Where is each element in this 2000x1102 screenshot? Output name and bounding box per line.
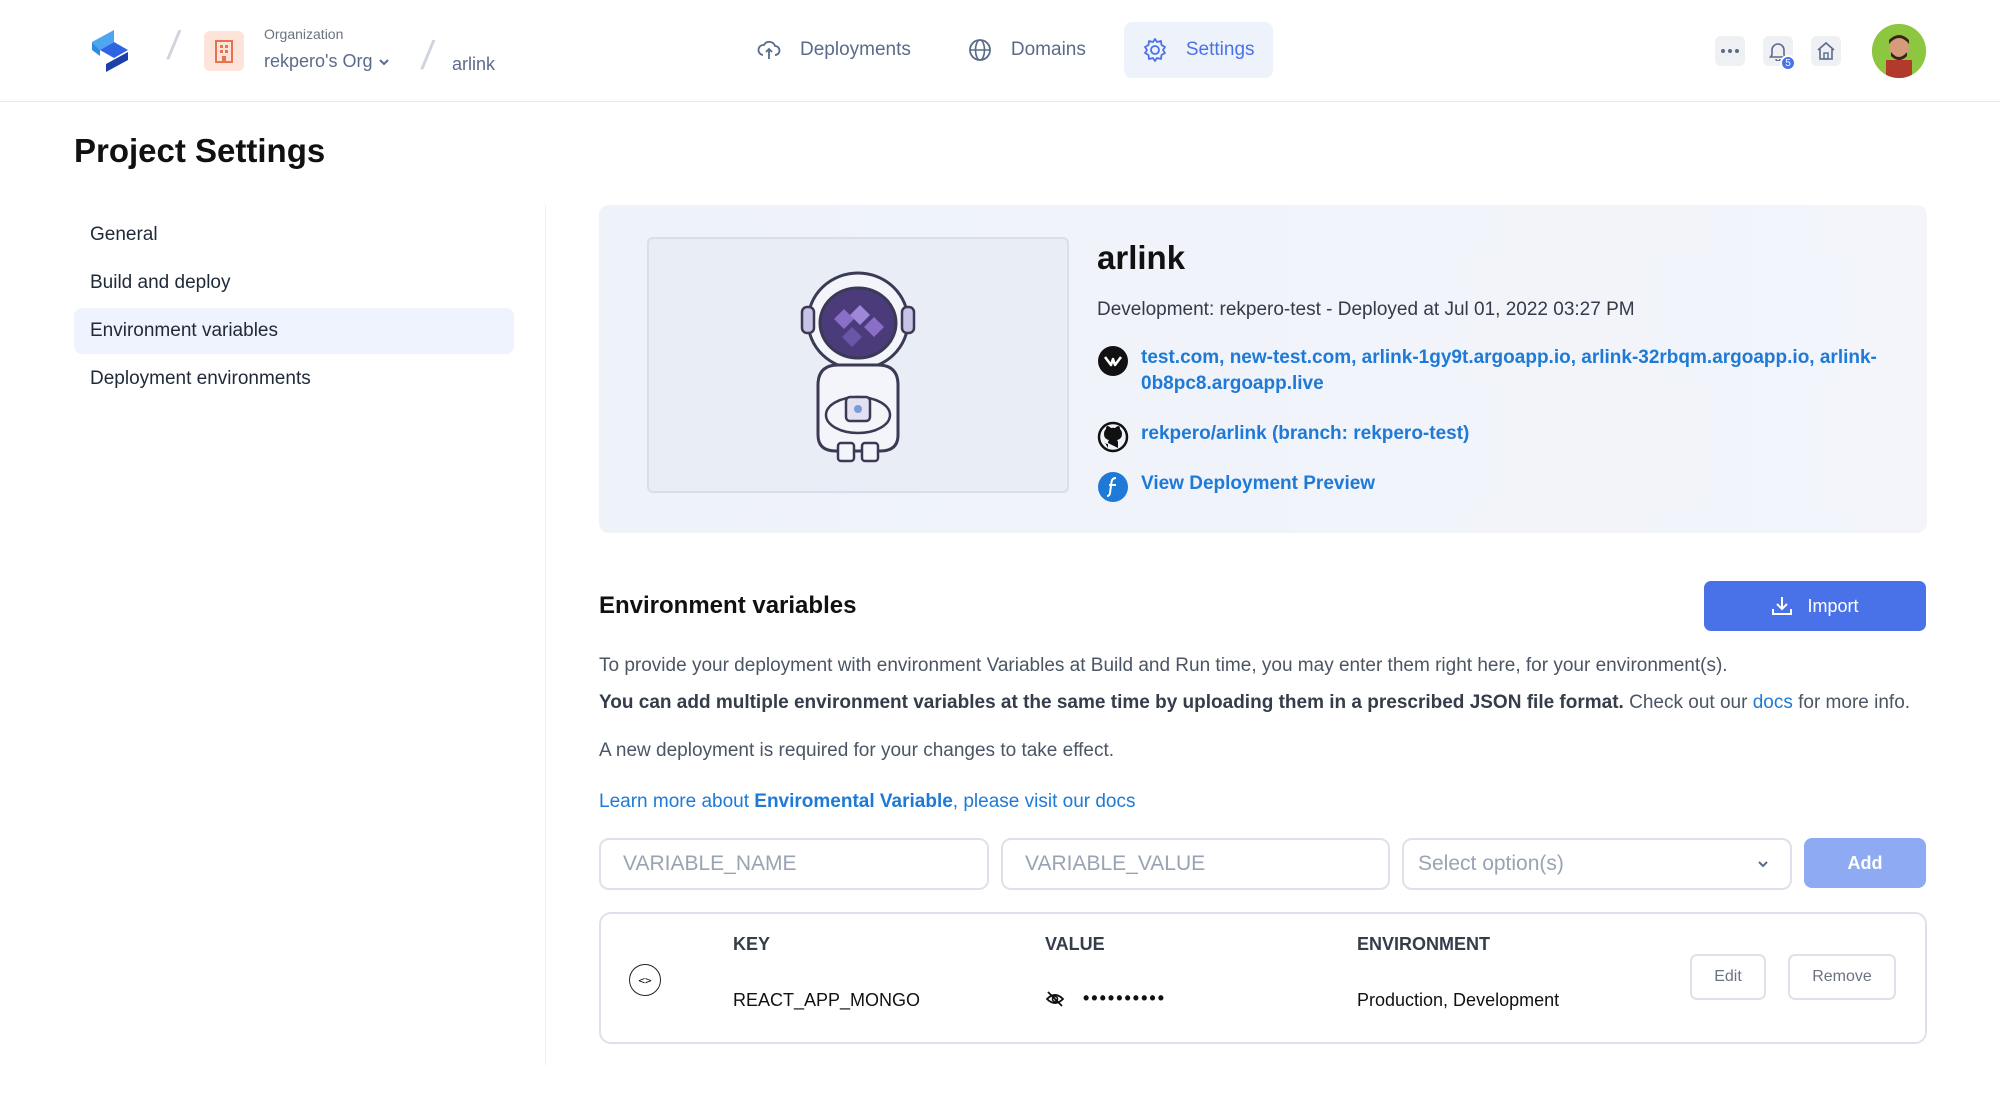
breadcrumb-separator: / bbox=[418, 34, 437, 78]
github-icon bbox=[1097, 421, 1129, 453]
nav-settings[interactable]: Settings bbox=[1123, 22, 1273, 78]
sidebar-divider bbox=[545, 205, 546, 1065]
remove-button[interactable]: Remove bbox=[1788, 954, 1896, 1000]
building-icon bbox=[204, 31, 244, 71]
breadcrumb-project[interactable]: arlink bbox=[452, 54, 495, 75]
env-json-note: You can add multiple environment variabl… bbox=[599, 692, 1910, 714]
download-icon bbox=[1772, 597, 1793, 615]
main-nav: Deployments Domains Settings bbox=[738, 22, 1273, 78]
nav-label: Deployments bbox=[800, 39, 911, 60]
redeploy-note: A new deployment is required for your ch… bbox=[599, 740, 1115, 761]
domains-link[interactable]: test.com, new-test.com, arlink-1gy9t.arg… bbox=[1141, 345, 1881, 397]
column-header-key: KEY bbox=[733, 934, 771, 954]
project-preview-image bbox=[647, 237, 1069, 493]
import-label: Import bbox=[1807, 595, 1859, 616]
sidebar-item-environment-variables[interactable]: Environment variables bbox=[74, 308, 514, 354]
settings-sidebar: General Build and deploy Environment var… bbox=[74, 212, 514, 404]
environment-select[interactable]: Select option(s) bbox=[1402, 838, 1792, 890]
env-variables-table: <> KEY VALUE ENVIRONMENT REACT_APP_MONGO… bbox=[599, 912, 1927, 1044]
top-bar: / Organization rekpero's Org / arlink De… bbox=[0, 0, 2000, 102]
row-value-masked: •••••••••• bbox=[1083, 988, 1167, 1008]
env-json-note-pre: Check out our bbox=[1623, 692, 1753, 713]
eye-off-icon[interactable] bbox=[1045, 989, 1065, 1009]
nav-deployments[interactable]: Deployments bbox=[738, 22, 929, 78]
environment-select-placeholder: Select option(s) bbox=[1418, 852, 1564, 875]
code-icon: <> bbox=[629, 964, 661, 996]
more-button[interactable] bbox=[1715, 36, 1745, 66]
repo-link[interactable]: rekpero/arlink (branch: rekpero-test) bbox=[1141, 421, 1881, 447]
project-card: arlink Development: rekpero-test - Deplo… bbox=[599, 205, 1927, 533]
nav-label: Domains bbox=[1010, 39, 1086, 60]
avatar[interactable] bbox=[1872, 24, 1926, 78]
env-json-note-post: for more info. bbox=[1792, 692, 1911, 713]
column-header-environment: ENVIRONMENT bbox=[1357, 934, 1491, 954]
page-title: Project Settings bbox=[74, 132, 326, 169]
learn-more-bold: Enviromental Variable bbox=[754, 791, 953, 812]
env-description: To provide your deployment with environm… bbox=[599, 655, 1728, 676]
breadcrumb-separator: / bbox=[164, 24, 183, 68]
nav-label: Settings bbox=[1185, 39, 1255, 60]
sidebar-item-general[interactable]: General bbox=[74, 212, 514, 258]
column-header-value: VALUE bbox=[1045, 934, 1105, 954]
deployment-preview-icon bbox=[1098, 472, 1128, 502]
learn-more-link[interactable]: Learn more about Enviromental Variable, … bbox=[599, 791, 1136, 813]
globe-icon bbox=[968, 39, 991, 61]
chevron-down-icon bbox=[1758, 861, 1768, 868]
org-switcher[interactable]: rekpero's Org bbox=[264, 51, 390, 72]
home-icon bbox=[1817, 41, 1835, 60]
view-deployment-preview-link[interactable]: View Deployment Preview bbox=[1141, 471, 1881, 497]
import-button[interactable]: Import bbox=[1704, 581, 1926, 631]
row-value-cell: •••••••••• bbox=[1045, 988, 1166, 1009]
row-key: REACT_APP_MONGO bbox=[733, 990, 921, 1010]
deployment-info: Development: rekpero-test - Deployed at … bbox=[1097, 299, 1635, 320]
variable-value-input[interactable]: VARIABLE_VALUE bbox=[1001, 838, 1390, 890]
variable-name-input[interactable]: VARIABLE_NAME bbox=[599, 838, 989, 890]
preview-row: View Deployment Preview bbox=[1097, 471, 1881, 503]
env-json-note-bold: You can add multiple environment variabl… bbox=[599, 692, 1624, 713]
row-environment: Production, Development bbox=[1357, 990, 1560, 1010]
more-dots-icon bbox=[1721, 49, 1739, 53]
org-caption: Organization bbox=[264, 26, 344, 42]
notification-badge: 5 bbox=[1780, 55, 1796, 71]
add-button[interactable]: Add bbox=[1804, 838, 1926, 888]
gear-icon bbox=[1143, 38, 1166, 62]
repo-row: rekpero/arlink (branch: rekpero-test) bbox=[1097, 421, 1881, 453]
docs-link[interactable]: docs bbox=[1753, 692, 1793, 713]
chevron-down-icon bbox=[379, 58, 390, 65]
org-name: rekpero's Org bbox=[264, 51, 373, 71]
app-logo[interactable] bbox=[92, 30, 130, 72]
learn-more-pre: Learn more about bbox=[599, 791, 755, 812]
env-section-title: Environment variables bbox=[599, 592, 857, 619]
nav-domains[interactable]: Domains bbox=[949, 22, 1104, 78]
project-title: arlink bbox=[1097, 239, 1186, 276]
edit-button[interactable]: Edit bbox=[1690, 954, 1766, 1000]
domains-row: test.com, new-test.com, arlink-1gy9t.arg… bbox=[1097, 345, 1881, 397]
home-button[interactable] bbox=[1811, 36, 1841, 66]
astronaut-illustration bbox=[800, 271, 916, 463]
sidebar-item-build-and-deploy[interactable]: Build and deploy bbox=[74, 260, 514, 306]
cloud-upload-icon bbox=[757, 40, 781, 59]
learn-more-post: , please visit our docs bbox=[952, 791, 1136, 812]
sidebar-item-deployment-environments[interactable]: Deployment environments bbox=[74, 356, 514, 402]
domain-logo-icon bbox=[1098, 346, 1128, 376]
